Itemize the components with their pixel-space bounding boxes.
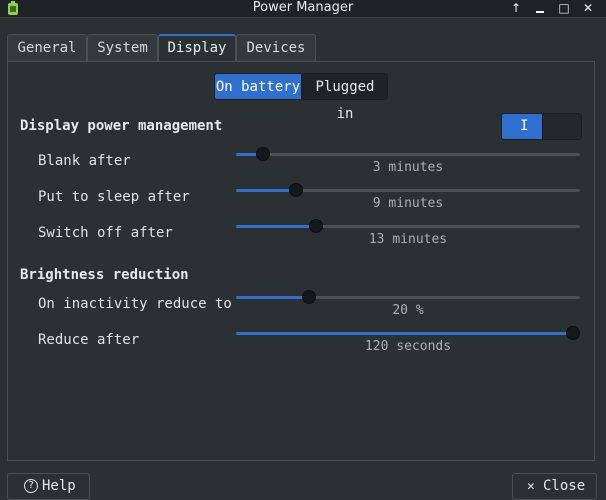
minimize-button[interactable] <box>530 0 550 17</box>
tab-devices[interactable]: Devices <box>236 34 316 62</box>
minimize-icon <box>536 11 544 13</box>
display-power-heading: Display power management <box>20 118 223 134</box>
reduce-to-value: 20 % <box>392 303 424 318</box>
tab-general[interactable]: General <box>7 34 87 62</box>
toggle-knob <box>542 114 581 139</box>
slider-knob[interactable] <box>302 290 316 304</box>
on-battery-button[interactable]: On battery <box>214 73 302 100</box>
keep-above-button[interactable]: ↑ <box>506 0 526 17</box>
sleep-after-value: 9 minutes <box>372 196 444 211</box>
slider-track <box>236 153 580 156</box>
slider-knob[interactable] <box>256 147 270 161</box>
tab-system[interactable]: System <box>87 34 158 62</box>
switch-off-value: 13 minutes <box>368 232 448 247</box>
close-label: Close <box>543 478 586 494</box>
slider-knob[interactable] <box>566 326 580 340</box>
brightness-heading: Brightness reduction <box>20 267 189 283</box>
plugged-in-button[interactable]: Plugged in <box>302 73 388 122</box>
reduce-to-label: On inactivity reduce to <box>38 296 232 312</box>
help-button[interactable]: ? Help <box>7 473 90 500</box>
blank-after-label: Blank after <box>38 153 131 169</box>
help-icon: ? <box>24 479 38 493</box>
slider-fill <box>236 296 309 299</box>
slider-knob[interactable] <box>289 183 303 197</box>
close-window-button[interactable]: ✕ <box>578 0 598 17</box>
tab-display[interactable]: Display <box>158 34 236 62</box>
blank-after-value: 3 minutes <box>372 160 444 175</box>
sleep-after-label: Put to sleep after <box>38 189 190 205</box>
switch-off-label: Switch off after <box>38 225 173 241</box>
toggle-on-mark: I <box>520 118 529 134</box>
reduce-after-label: Reduce after <box>38 332 140 348</box>
display-power-toggle[interactable]: I <box>501 113 582 140</box>
help-label: Help <box>42 478 76 494</box>
close-icon: ✕ <box>527 479 535 494</box>
title-bar: Power Manager ↑ □ ✕ <box>0 0 606 18</box>
close-button[interactable]: ✕ Close <box>512 473 597 500</box>
slider-fill <box>236 332 573 335</box>
reduce-after-value: 120 seconds <box>364 339 452 354</box>
slider-fill <box>236 225 316 228</box>
slider-fill <box>236 189 296 192</box>
maximize-button[interactable]: □ <box>554 0 574 17</box>
slider-knob[interactable] <box>309 219 323 233</box>
